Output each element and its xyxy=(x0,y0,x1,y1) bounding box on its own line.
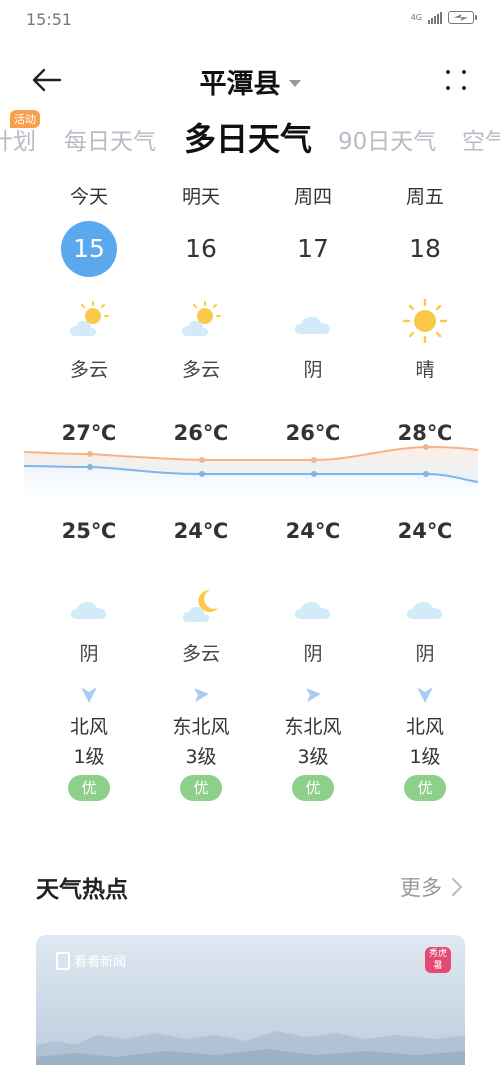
network-label: 4G xyxy=(410,12,422,22)
wind-level: 1级 xyxy=(409,746,441,768)
tab-bar: 计划 每日天气 多日天气 90日天气 空气 xyxy=(0,112,500,162)
day-condition: 晴 xyxy=(415,359,435,381)
day-label: 今天 xyxy=(69,186,108,208)
more-link[interactable]: 更多 xyxy=(400,872,464,902)
activity-badge: 活动 xyxy=(10,110,40,128)
city-name: 平潭县 xyxy=(199,69,281,100)
night-condition: 阴 xyxy=(415,643,435,665)
news-badge: 秀虎暑 xyxy=(425,947,451,973)
more-options-icon[interactable] xyxy=(444,68,468,92)
date: 16 xyxy=(185,234,217,263)
low-temp-point xyxy=(87,464,93,470)
day-label: 明天 xyxy=(181,186,220,208)
aqi-badge: 优 xyxy=(180,775,222,801)
aqi-badge: 优 xyxy=(404,775,446,801)
low-temp-point xyxy=(423,471,429,477)
cloud-icon xyxy=(407,602,442,619)
news-logo-mark-icon xyxy=(56,951,70,970)
wind-direction-icon xyxy=(194,688,209,702)
wind-direction-icon xyxy=(306,688,321,702)
low-temp: 24℃ xyxy=(397,519,453,543)
forecast-day-2[interactable]: 周四 17 xyxy=(257,182,369,277)
wind-level: 3级 xyxy=(297,746,329,768)
temperature-trend-chart xyxy=(24,444,478,500)
wind-direction-icon xyxy=(417,687,433,703)
low-temp: 24℃ xyxy=(173,519,229,543)
high-temp-point xyxy=(423,444,429,450)
night-condition: 阴 xyxy=(303,643,323,665)
weather-page: 15:51 4G 平潭县 计划 每日天气 多日天气 90日天气 空气 活动 今天… xyxy=(0,0,500,1065)
partly-cloudy-moon-icon xyxy=(183,589,218,622)
low-temp-point xyxy=(199,471,205,477)
battery-charging-icon xyxy=(448,11,477,24)
aqi-badge: 优 xyxy=(292,775,334,801)
header: 平潭县 xyxy=(0,56,500,104)
signal-icon xyxy=(428,11,442,24)
tab-90-day-weather[interactable]: 90日天气 xyxy=(338,122,436,156)
status-icons: 4G xyxy=(410,11,477,24)
news-image xyxy=(36,1031,465,1065)
date: 18 xyxy=(409,234,441,263)
wind-direction: 东北风 xyxy=(284,716,342,738)
low-temp: 25℃ xyxy=(61,519,117,543)
chevron-right-icon xyxy=(452,878,463,896)
wind-direction: 北风 xyxy=(69,716,108,738)
partly-cloudy-sun-icon xyxy=(182,301,221,336)
date-today: 15 xyxy=(61,221,117,277)
partly-cloudy-sun-icon xyxy=(70,301,109,336)
day-label: 周五 xyxy=(405,186,444,208)
wind-level: 3级 xyxy=(185,746,217,768)
day-condition: 多云 xyxy=(69,359,108,381)
news-source-name: 看看新闻 xyxy=(74,955,127,970)
caret-down-icon xyxy=(288,80,301,87)
cloud-icon xyxy=(71,602,106,619)
sun-icon xyxy=(402,298,448,344)
wind-level: 1级 xyxy=(73,746,105,768)
day-label: 周四 xyxy=(293,186,332,208)
status-bar: 15:51 4G xyxy=(0,0,500,40)
aqi-badge: 优 xyxy=(68,775,110,801)
day-condition: 阴 xyxy=(303,359,323,381)
date: 17 xyxy=(297,234,329,263)
wind-direction: 东北风 xyxy=(172,716,230,738)
forecast-day-0[interactable]: 今天 15 xyxy=(33,182,145,277)
city-selector: 平潭县 xyxy=(0,62,500,101)
night-condition: 阴 xyxy=(79,643,99,665)
low-temp-point xyxy=(311,471,317,477)
high-temp-point xyxy=(199,457,205,463)
city-dropdown[interactable]: 平潭县 xyxy=(200,62,301,101)
news-source-logo: 看看新闻 xyxy=(56,951,126,970)
day-condition: 多云 xyxy=(181,359,220,381)
news-card[interactable]: 看看新闻 秀虎暑 xyxy=(36,935,465,1065)
forecast-day-1[interactable]: 明天 16 xyxy=(145,182,257,277)
section-title: 天气热点 xyxy=(36,877,128,903)
cloud-icon xyxy=(295,602,330,619)
more-label: 更多 xyxy=(400,876,442,900)
high-temp-point xyxy=(87,451,93,457)
status-time: 15:51 xyxy=(26,10,73,29)
low-temp: 24℃ xyxy=(285,519,341,543)
forecast-day-3[interactable]: 周五 18 xyxy=(369,182,481,277)
cloud-icon xyxy=(295,317,330,334)
wind-direction-icon xyxy=(81,687,97,703)
tab-daily-weather[interactable]: 每日天气 xyxy=(64,122,156,156)
high-temp-point xyxy=(311,457,317,463)
wind-direction: 北风 xyxy=(405,716,444,738)
tab-multi-day-weather[interactable]: 多日天气 xyxy=(184,114,312,160)
tab-air-quality[interactable]: 空气 xyxy=(462,122,500,156)
night-condition: 多云 xyxy=(181,643,220,665)
